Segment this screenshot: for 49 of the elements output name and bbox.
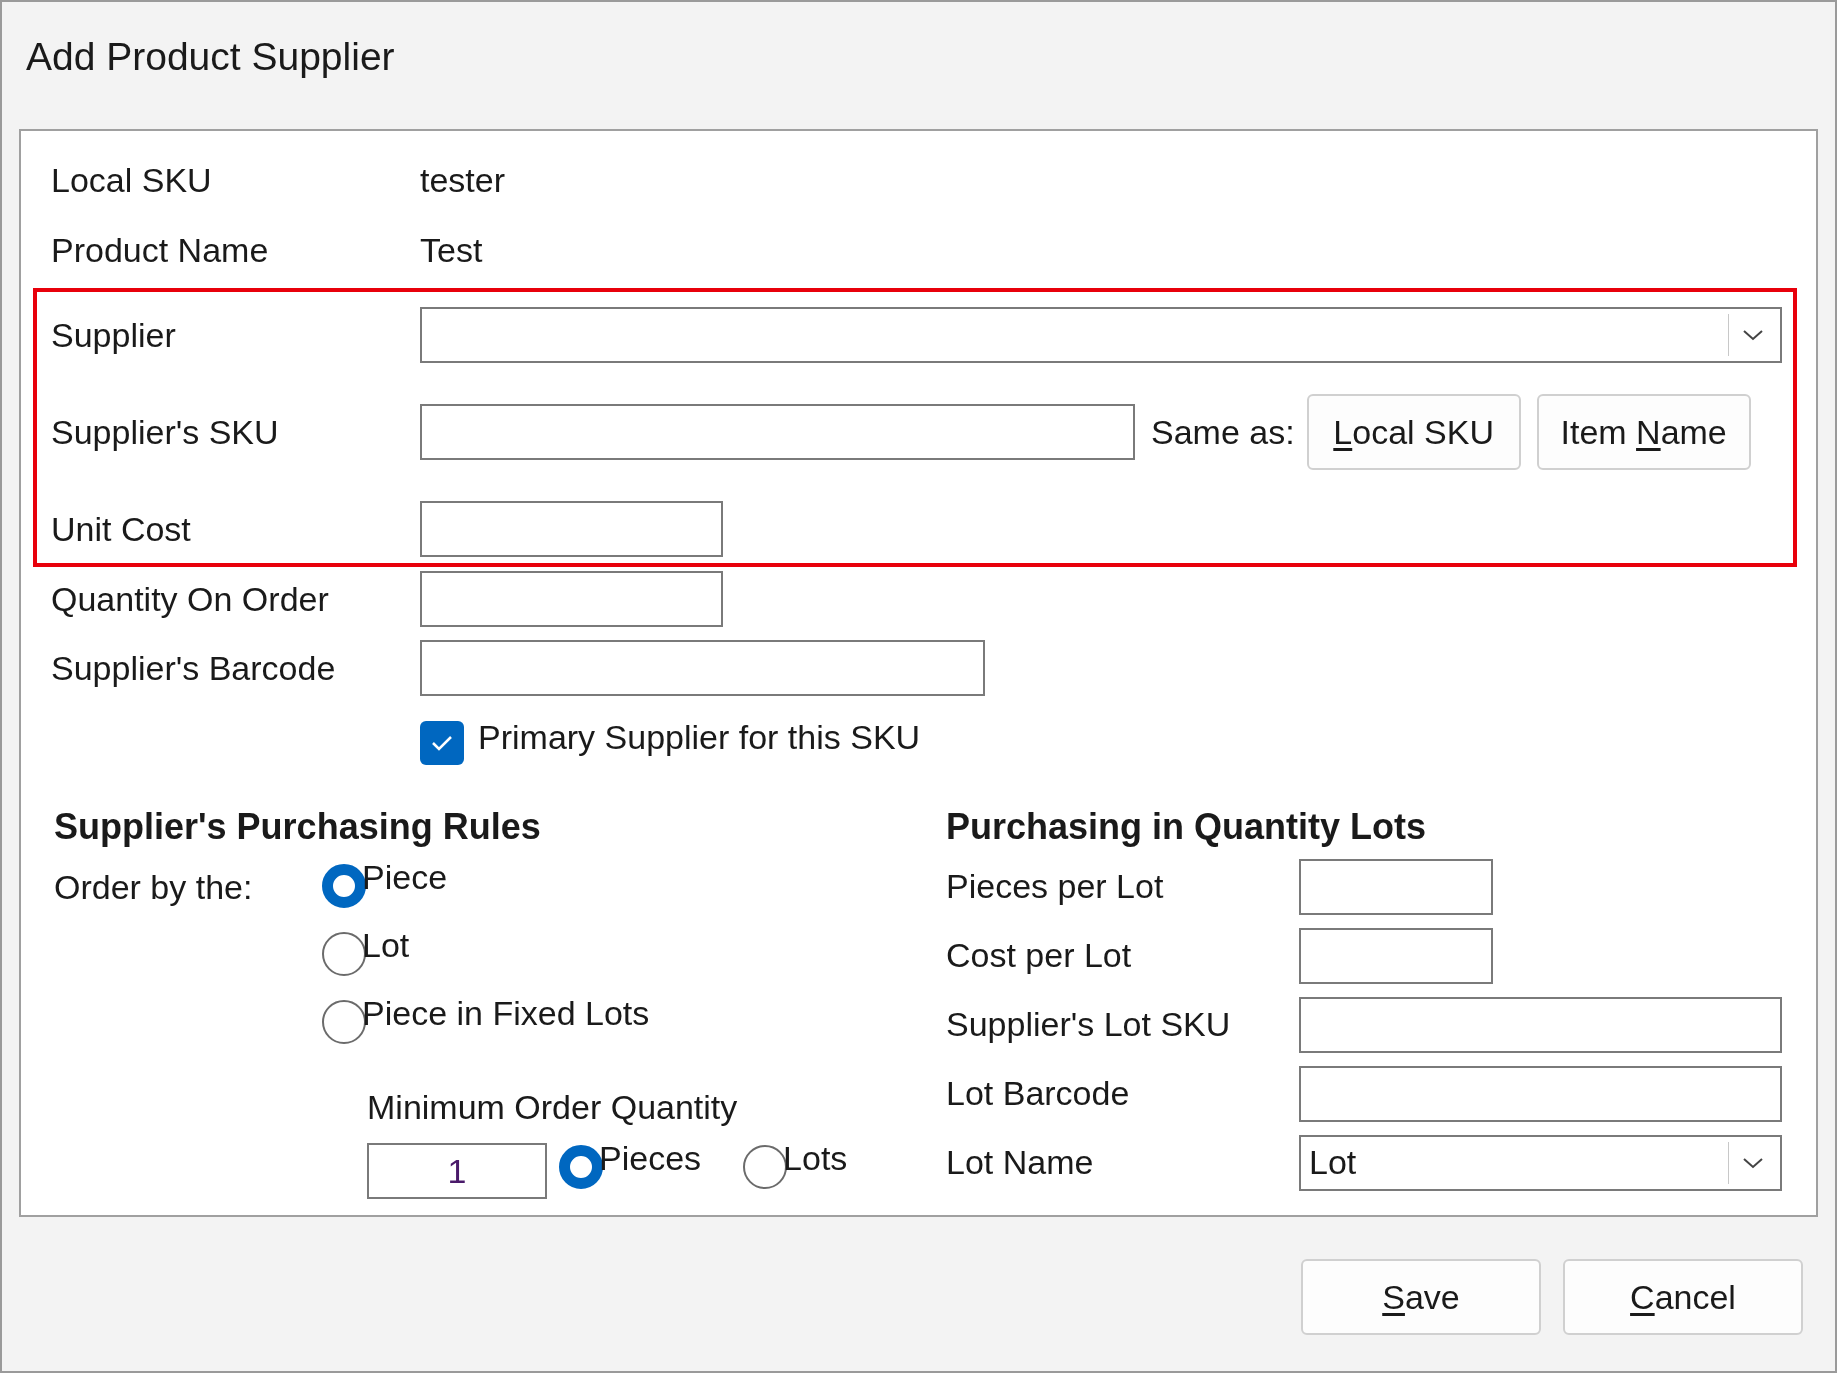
checkbox[interactable] bbox=[420, 721, 464, 765]
input-field[interactable] bbox=[1299, 858, 1493, 915]
same-as-button[interactable]: Item Name bbox=[1536, 394, 1751, 470]
checkbox-label: Primary Supplier for this SKU bbox=[478, 716, 921, 758]
field-label: Supplier's SKU bbox=[51, 412, 279, 451]
radio-button[interactable] bbox=[559, 1145, 603, 1189]
section-heading: Purchasing in Quantity Lots bbox=[946, 809, 1428, 845]
input-field[interactable] bbox=[1299, 996, 1782, 1053]
radio-label: Pieces bbox=[599, 1138, 702, 1179]
field-label: Quantity On Order bbox=[51, 579, 329, 618]
field-value: Test bbox=[420, 229, 483, 271]
same-as-button[interactable]: Local SKU bbox=[1306, 394, 1521, 470]
field-label: Lot Name bbox=[946, 1143, 1094, 1181]
dropdown-field[interactable] bbox=[420, 307, 1782, 363]
radio-button[interactable] bbox=[322, 864, 366, 908]
field-label: Cost per Lot bbox=[946, 936, 1132, 974]
input-field[interactable] bbox=[420, 404, 1135, 460]
field-label: Product Name bbox=[51, 230, 269, 269]
field-label: Unit Cost bbox=[51, 509, 191, 548]
input-field[interactable]: 1 bbox=[367, 1143, 547, 1199]
radio-button[interactable] bbox=[322, 1000, 366, 1044]
input-field[interactable] bbox=[420, 501, 723, 557]
same-as-label: Same as: bbox=[1151, 411, 1295, 453]
dialog-button[interactable]: Save bbox=[1301, 1259, 1541, 1335]
radio-label: Piece in Fixed Lots bbox=[362, 993, 650, 1034]
radio-button[interactable] bbox=[322, 932, 366, 976]
minimum-order-label: Minimum Order Quantity bbox=[367, 1088, 738, 1126]
chevron-down-icon bbox=[1741, 328, 1764, 342]
field-label: Supplier bbox=[51, 315, 176, 354]
dialog-button[interactable]: Cancel bbox=[1563, 1259, 1803, 1335]
field-label: Supplier's Barcode bbox=[51, 648, 336, 687]
section-heading: Supplier's Purchasing Rules bbox=[54, 809, 542, 845]
radio-label: Piece bbox=[362, 857, 448, 898]
order-by-label: Order by the: bbox=[54, 867, 253, 908]
field-label: Local SKU bbox=[51, 160, 212, 199]
field-label: Pieces per Lot bbox=[946, 867, 1164, 905]
field-label: Supplier's Lot SKU bbox=[946, 1005, 1231, 1043]
dropdown-field[interactable]: Lot bbox=[1299, 1134, 1782, 1191]
input-field[interactable] bbox=[1299, 927, 1493, 984]
chevron-down-icon bbox=[1741, 1155, 1764, 1170]
input-field[interactable] bbox=[420, 640, 985, 696]
input-field[interactable] bbox=[1299, 1065, 1782, 1122]
radio-label: Lot bbox=[362, 925, 410, 966]
checkmark-icon bbox=[430, 733, 454, 753]
radio-label: Lots bbox=[783, 1138, 848, 1179]
input-field[interactable] bbox=[420, 571, 723, 627]
window-title: Add Product Supplier bbox=[26, 34, 395, 80]
field-label: Lot Barcode bbox=[946, 1074, 1130, 1112]
field-value: tester bbox=[420, 159, 506, 201]
